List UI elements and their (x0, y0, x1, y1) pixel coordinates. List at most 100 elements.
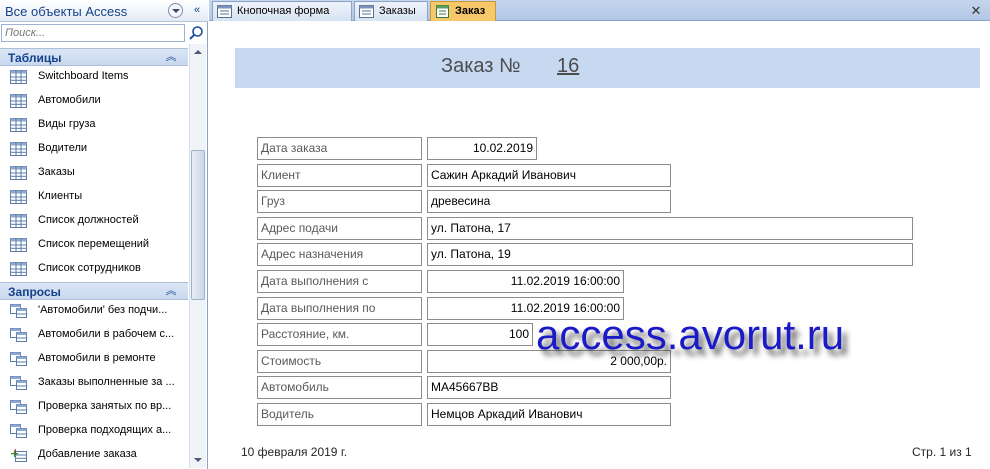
field-label: Стоимость (257, 350, 422, 373)
field-value: MA45667BB (427, 376, 671, 399)
field-label: Клиент (257, 164, 422, 187)
group-header-tables[interactable]: Таблицы ︽ (0, 48, 188, 66)
svg-text:!: ! (14, 448, 17, 456)
watermark: access.avorut.ru (536, 311, 845, 358)
table-icon (10, 142, 27, 156)
field-label: Груз (257, 190, 422, 213)
form-icon (359, 5, 374, 18)
navigation-pane: Все объекты Access « Таблицы ︽ Switchboa… (0, 0, 208, 469)
collapse-pane-icon[interactable]: « (190, 3, 204, 18)
group-header-queries[interactable]: Запросы ︽ (0, 282, 188, 300)
scroll-up-icon[interactable] (190, 44, 206, 60)
table-icon (10, 166, 27, 180)
page-counter: Стр. 1 из 1 (912, 445, 972, 459)
table-icon (10, 70, 27, 84)
nav-table-item[interactable]: Список должностей (0, 210, 188, 232)
nav-item-label: Клиенты (38, 190, 83, 202)
tab-switchboard[interactable]: Кнопочная форма (212, 1, 352, 21)
report-view: Заказ № 16 Дата заказа 10.02.2019 Клиент Са… (209, 21, 990, 469)
nav-item-label: Виды груза (38, 118, 96, 130)
report-title: Заказ № (441, 55, 521, 77)
query-icon (10, 304, 27, 318)
nav-table-item[interactable]: Заказы (0, 162, 188, 184)
field-value: Сажин Аркадий Иванович (427, 164, 671, 187)
form-icon (217, 5, 232, 18)
query-icon (10, 400, 27, 414)
nav-query-item[interactable]: 'Автомобили' без подчи... (0, 300, 188, 322)
field-label: Расстояние, км. (257, 323, 422, 346)
nav-table-item[interactable]: Водители (0, 138, 188, 160)
nav-item-label: Список сотрудников (38, 262, 141, 274)
nav-title[interactable]: Все объекты Access (5, 4, 127, 19)
document-tabs: Кнопочная форма Заказы Заказ (209, 0, 990, 21)
field-label: Дата заказа (257, 137, 422, 160)
group-label: Таблицы (8, 51, 62, 65)
field-value: 10.02.2019 (427, 137, 537, 160)
nav-query-item[interactable]: Заказы выполненные за ... (0, 372, 188, 394)
field-value: ул. Патона, 17 (427, 217, 913, 240)
nav-item-label: Проверка занятых по вр... (38, 400, 172, 412)
chevron-up-icon[interactable]: ︽ (164, 284, 178, 298)
nav-query-item[interactable]: +! Добавление заказа (0, 444, 188, 466)
search-icon[interactable] (188, 25, 204, 41)
nav-query-item[interactable]: Проверка подходящих а... (0, 420, 188, 442)
close-icon[interactable]: ✕ (969, 3, 983, 19)
group-label: Запросы (8, 285, 61, 299)
tab-order-report[interactable]: Заказ (430, 1, 496, 21)
access-window: Все объекты Access « Таблицы ︽ Switchboa… (0, 0, 990, 469)
field-value: древесина (427, 190, 671, 213)
nav-item-label: Switchboard Items (38, 70, 129, 82)
table-icon (10, 190, 27, 204)
nav-table-item[interactable]: Клиенты (0, 186, 188, 208)
table-icon (10, 262, 27, 276)
nav-item-label: Список перемещений (38, 238, 150, 250)
tab-label: Заказы (379, 5, 416, 17)
nav-item-label: Заказы выполненные за ... (38, 376, 175, 388)
order-number: 16 (557, 55, 580, 77)
query-icon (10, 376, 27, 390)
scroll-down-icon[interactable] (190, 452, 206, 468)
nav-table-item[interactable]: Список перемещений (0, 234, 188, 256)
nav-scrollbar[interactable] (189, 44, 206, 468)
nav-table-item[interactable]: Список сотрудников (0, 258, 188, 280)
table-icon (10, 238, 27, 252)
search-input[interactable] (2, 25, 184, 41)
field-label: Автомобиль (257, 376, 422, 399)
nav-item-label: Проверка подходящих а... (38, 424, 172, 436)
tab-label: Заказ (455, 5, 486, 17)
nav-query-item[interactable]: Автомобили в ремонте (0, 348, 188, 370)
nav-item-label: Заказы (38, 166, 75, 178)
nav-table-item[interactable]: Виды груза (0, 114, 188, 136)
tab-label: Кнопочная форма (237, 5, 330, 17)
nav-table-item[interactable]: Switchboard Items (0, 66, 188, 88)
chevron-down-icon[interactable] (168, 3, 183, 18)
nav-item-label: Автомобили (38, 94, 101, 106)
field-label: Дата выполнения по (257, 297, 422, 320)
nav-item-label: Добавление заказа (38, 448, 137, 460)
field-value: 11.02.2019 16:00:00 (427, 270, 624, 293)
append-query-icon: +! (10, 447, 27, 462)
field-label: Адрес назначения (257, 243, 422, 266)
field-label: Адрес подачи (257, 217, 422, 240)
field-value: ул. Патона, 19 (427, 243, 913, 266)
tab-orders[interactable]: Заказы (354, 1, 428, 21)
table-icon (10, 214, 27, 228)
nav-item-label: Список должностей (38, 214, 139, 226)
nav-table-item[interactable]: Автомобили (0, 90, 188, 112)
search-box[interactable] (1, 24, 185, 42)
nav-query-item[interactable]: Проверка занятых по вр... (0, 396, 188, 418)
nav-item-label: 'Автомобили' без подчи... (38, 304, 168, 316)
nav-item-label: Автомобили в рабочем с... (38, 328, 175, 340)
report-date: 10 февраля 2019 г. (241, 445, 348, 459)
query-icon (10, 424, 27, 438)
scroll-thumb[interactable] (191, 150, 205, 300)
table-icon (10, 118, 27, 132)
chevron-up-icon[interactable]: ︽ (164, 50, 178, 64)
nav-query-item[interactable]: Автомобили в рабочем с... (0, 324, 188, 346)
table-icon (10, 94, 27, 108)
report-icon (436, 5, 449, 18)
nav-header: Все объекты Access « (0, 0, 208, 22)
query-icon (10, 328, 27, 342)
field-value: Немцов Аркадий Иванович (427, 403, 671, 426)
query-icon (10, 352, 27, 366)
